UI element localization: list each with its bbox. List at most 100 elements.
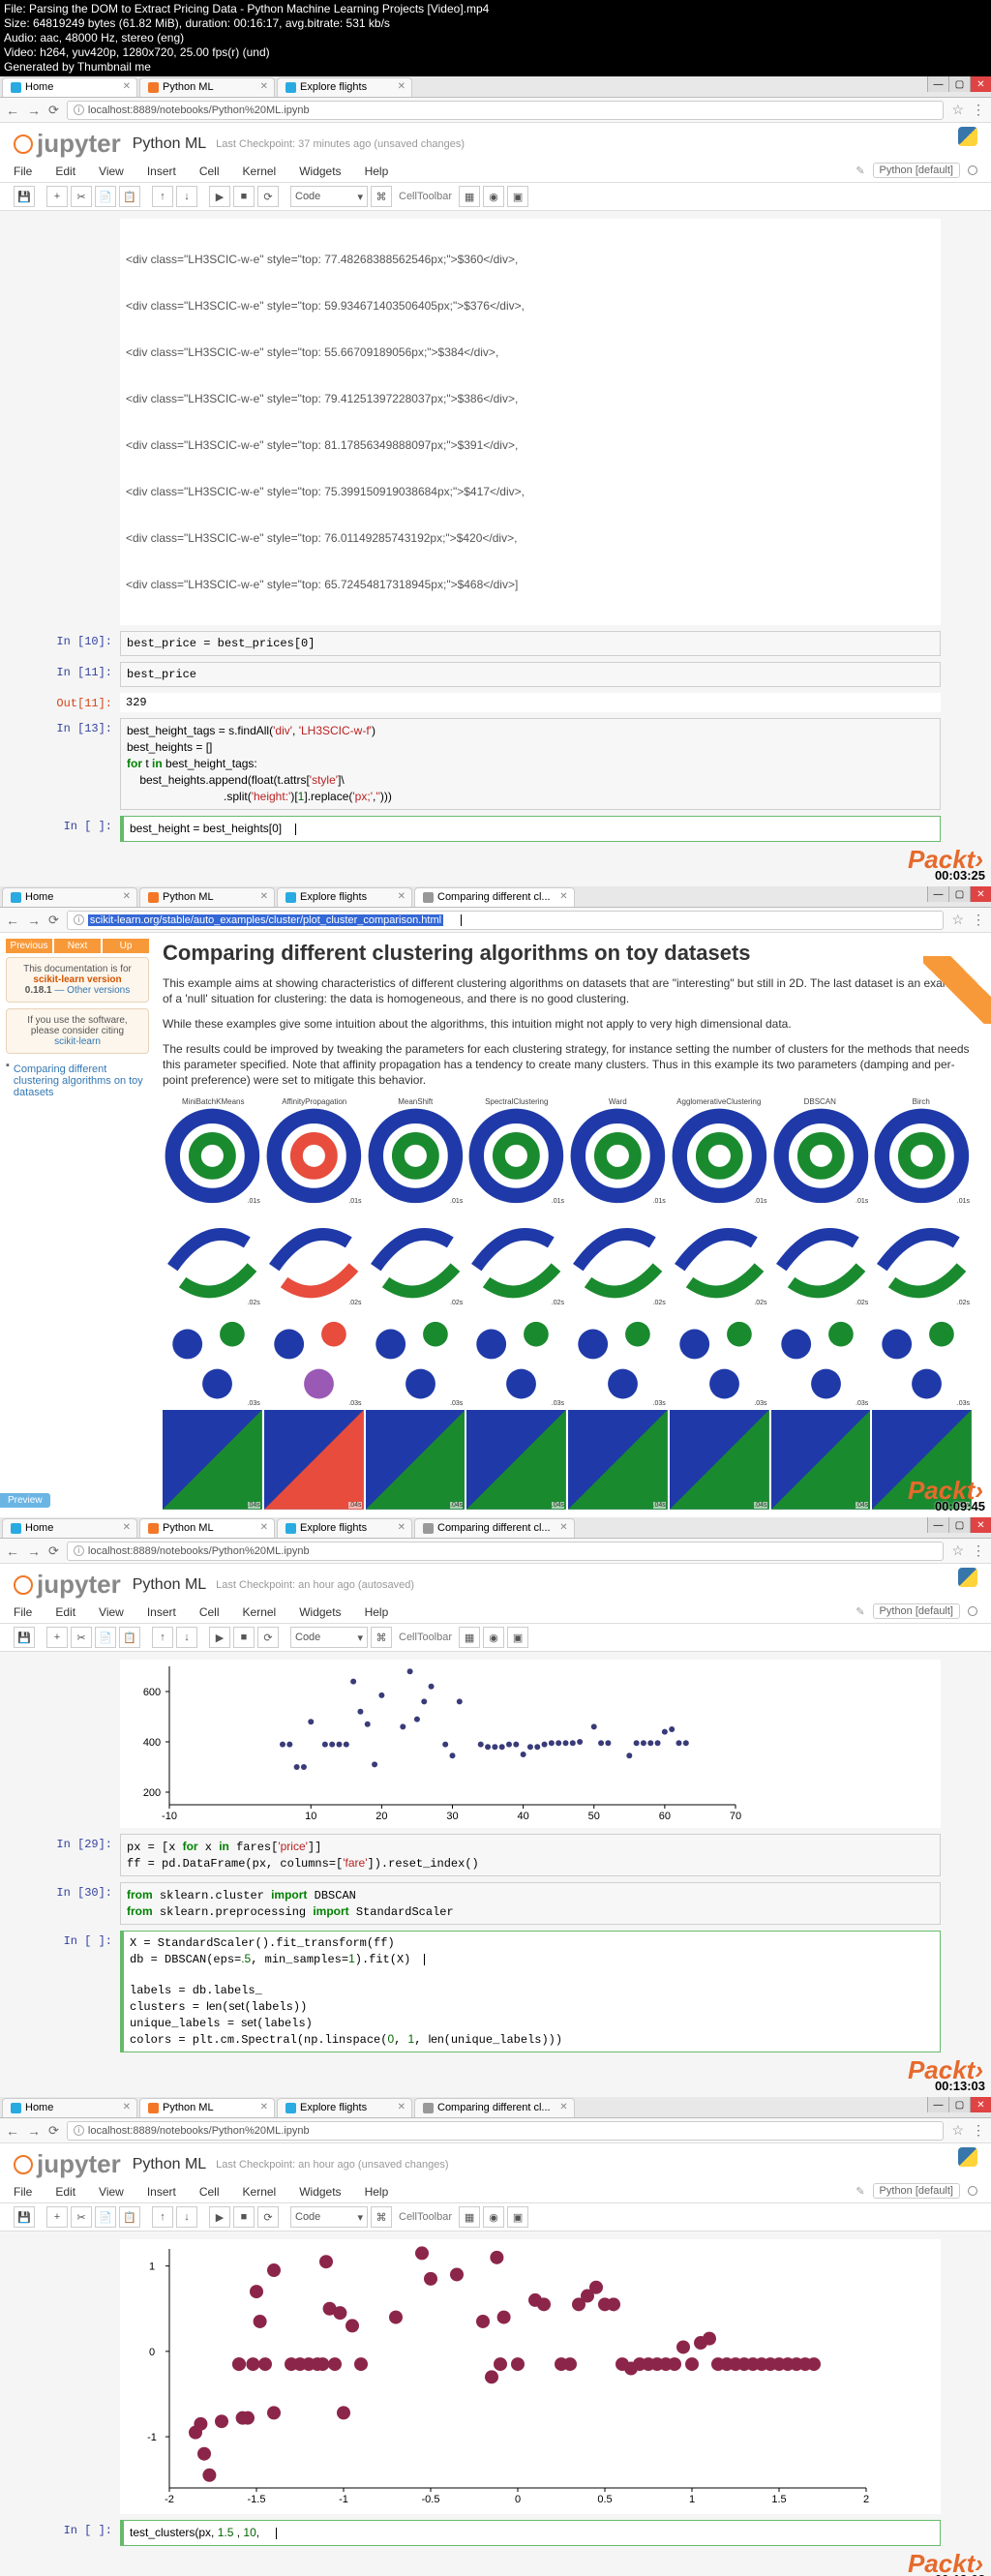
code-body[interactable]: best_height = best_heights[0]: [120, 816, 941, 842]
present-button[interactable]: ◉: [483, 186, 504, 207]
close-icon[interactable]: ✕: [123, 81, 131, 92]
tab-pyml[interactable]: Python ML✕: [139, 887, 275, 907]
code-body[interactable]: from sklearn.cluster import DBSCAN from …: [120, 1882, 941, 1925]
tab-flights[interactable]: Explore flights✕: [277, 887, 412, 907]
tab-flights[interactable]: Explore flights✕: [277, 1518, 412, 1538]
move-down-button[interactable]: ↓: [176, 2206, 197, 2228]
move-down-button[interactable]: ↓: [176, 1627, 197, 1648]
cut-button[interactable]: ✂: [71, 186, 92, 207]
tab-comparing[interactable]: Comparing different cl...✕: [414, 887, 575, 907]
reload-button[interactable]: ⟳: [48, 913, 59, 928]
add-cell-button[interactable]: +: [46, 186, 68, 207]
tab-pyml[interactable]: Python ML✕: [139, 77, 275, 97]
kernel-name[interactable]: Python [default]: [873, 1603, 960, 1619]
minimize-button[interactable]: —: [927, 886, 948, 902]
save-button[interactable]: 💾: [14, 186, 35, 207]
cell-type-select[interactable]: Code▾: [290, 186, 368, 207]
present-button[interactable]: ◉: [483, 1627, 504, 1648]
edit-icon[interactable]: ✎: [856, 1605, 864, 1618]
site-info-icon[interactable]: i: [74, 914, 84, 925]
tab-comparing[interactable]: Comparing different cl...✕: [414, 2098, 575, 2117]
save-button[interactable]: 💾: [14, 2206, 35, 2228]
back-button[interactable]: ←: [6, 2123, 19, 2139]
code-cell[interactable]: In [10]: best_price = best_prices[0]: [50, 631, 941, 656]
restart-button[interactable]: ⟳: [257, 186, 279, 207]
menu-widgets[interactable]: Widgets: [299, 2185, 341, 2199]
restart-button[interactable]: ⟳: [257, 2206, 279, 2228]
move-down-button[interactable]: ↓: [176, 186, 197, 207]
add-cell-button[interactable]: +: [46, 2206, 68, 2228]
cell-type-select[interactable]: Code▾: [290, 1627, 368, 1648]
back-button[interactable]: ←: [6, 913, 19, 928]
url-input[interactable]: ilocalhost:8889/notebooks/Python%20ML.ip…: [67, 1542, 945, 1561]
close-icon[interactable]: ✕: [559, 2102, 567, 2112]
reload-button[interactable]: ⟳: [48, 1543, 59, 1559]
menu-icon[interactable]: ⋮: [972, 912, 985, 928]
menu-edit[interactable]: Edit: [55, 2185, 75, 2199]
command-palette-button[interactable]: ⌘: [371, 2206, 392, 2228]
menu-widgets[interactable]: Widgets: [299, 1605, 341, 1619]
site-info-icon[interactable]: i: [74, 2125, 84, 2136]
menu-cell[interactable]: Cell: [199, 2185, 220, 2199]
celltoolbar-button[interactable]: ▦: [459, 186, 480, 207]
stop-button[interactable]: ■: [233, 186, 255, 207]
code-cell-active[interactable]: In [ ]: X = StandardScaler().fit_transfo…: [50, 1931, 941, 2052]
jupyter-logo[interactable]: jupyter: [14, 1570, 121, 1600]
close-button[interactable]: ✕: [970, 1517, 991, 1533]
menu-kernel[interactable]: Kernel: [243, 165, 277, 178]
forward-button[interactable]: →: [27, 103, 41, 118]
move-up-button[interactable]: ↑: [152, 1627, 173, 1648]
close-icon[interactable]: ✕: [123, 2102, 131, 2112]
menu-edit[interactable]: Edit: [55, 165, 75, 178]
menu-icon[interactable]: ⋮: [972, 1543, 985, 1559]
menu-help[interactable]: Help: [365, 165, 389, 178]
tab-home[interactable]: Home✕: [2, 77, 137, 97]
forward-button[interactable]: →: [27, 2123, 41, 2139]
tab-comparing[interactable]: Comparing different cl...✕: [414, 1518, 575, 1538]
sidebar-link[interactable]: Comparing different clustering algorithm…: [14, 1060, 149, 1102]
notebook-title[interactable]: Python ML: [133, 2156, 206, 2173]
close-button[interactable]: ✕: [970, 2097, 991, 2112]
close-icon[interactable]: ✕: [398, 81, 405, 92]
tab-home[interactable]: Home✕: [2, 1518, 137, 1538]
bookmark-icon[interactable]: ☆: [951, 1543, 964, 1559]
menu-insert[interactable]: Insert: [147, 1605, 176, 1619]
add-cell-button[interactable]: +: [46, 1627, 68, 1648]
move-up-button[interactable]: ↑: [152, 2206, 173, 2228]
nav-up[interactable]: Up: [103, 939, 149, 953]
notebook-title[interactable]: Python ML: [133, 135, 206, 153]
menu-kernel[interactable]: Kernel: [243, 1605, 277, 1619]
menu-view[interactable]: View: [99, 2185, 124, 2199]
paste-button[interactable]: 📋: [119, 1627, 140, 1648]
maximize-button[interactable]: ▢: [948, 1517, 970, 1533]
cut-button[interactable]: ✂: [71, 1627, 92, 1648]
close-icon[interactable]: ✕: [559, 1522, 567, 1533]
code-body[interactable]: best_price: [120, 662, 941, 687]
code-body[interactable]: test_clusters(px, 1.5 , 10,: [120, 2520, 941, 2546]
slides-button[interactable]: ▣: [507, 1627, 528, 1648]
code-cell-active[interactable]: In [ ]: best_height = best_heights[0]: [50, 816, 941, 842]
code-body[interactable]: best_height_tags = s.findAll('div', 'LH3…: [120, 718, 941, 810]
cut-button[interactable]: ✂: [71, 2206, 92, 2228]
kernel-name[interactable]: Python [default]: [873, 2183, 960, 2199]
tab-home[interactable]: Home✕: [2, 2098, 137, 2117]
menu-insert[interactable]: Insert: [147, 165, 176, 178]
copy-button[interactable]: 📄: [95, 1627, 116, 1648]
site-info-icon[interactable]: i: [74, 1545, 84, 1556]
tab-home[interactable]: Home✕: [2, 887, 137, 907]
copy-button[interactable]: 📄: [95, 2206, 116, 2228]
forward-button[interactable]: →: [27, 913, 41, 928]
menu-view[interactable]: View: [99, 165, 124, 178]
menu-insert[interactable]: Insert: [147, 2185, 176, 2199]
tab-flights[interactable]: Explore flights✕: [277, 2098, 412, 2117]
close-icon[interactable]: ✕: [260, 81, 268, 92]
code-cell-active[interactable]: In [ ]: test_clusters(px, 1.5 , 10,: [50, 2520, 941, 2546]
back-button[interactable]: ←: [6, 1543, 19, 1559]
reload-button[interactable]: ⟳: [48, 103, 59, 118]
code-cell[interactable]: In [30]: from sklearn.cluster import DBS…: [50, 1882, 941, 1925]
nav-prev[interactable]: Previous: [6, 939, 52, 953]
command-palette-button[interactable]: ⌘: [371, 186, 392, 207]
jupyter-logo[interactable]: jupyter: [14, 129, 121, 159]
close-button[interactable]: ✕: [970, 76, 991, 92]
close-icon[interactable]: ✕: [398, 891, 405, 902]
